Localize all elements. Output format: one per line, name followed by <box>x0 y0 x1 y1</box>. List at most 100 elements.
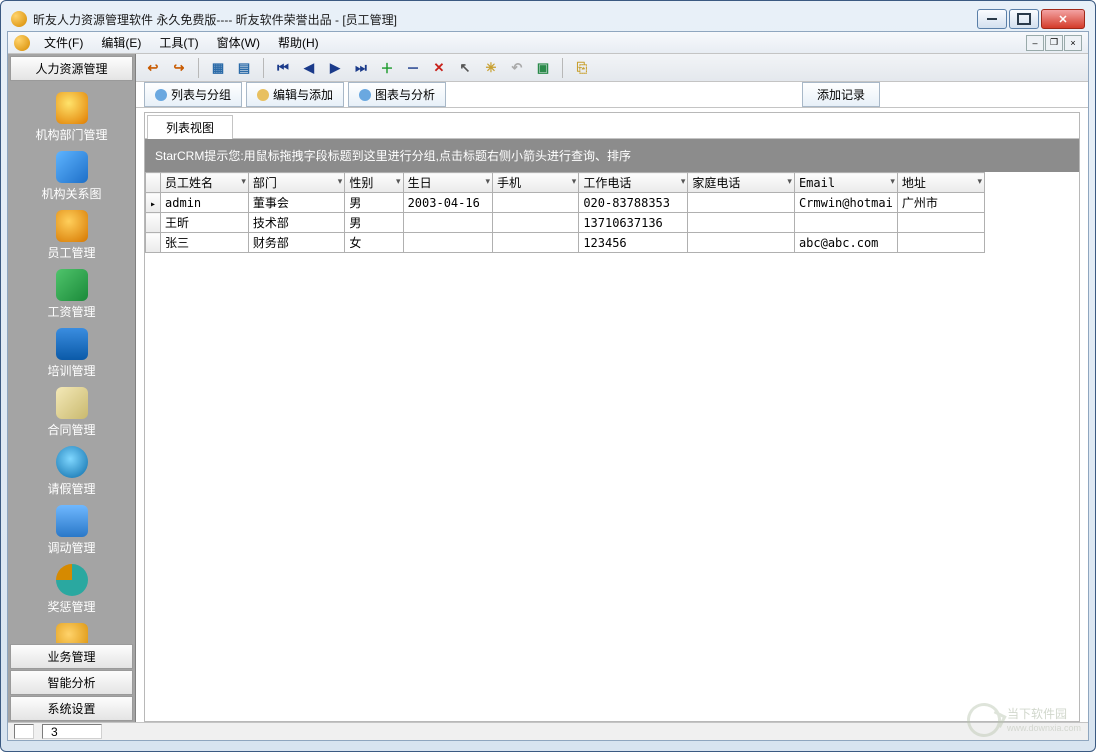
column-header[interactable]: 手机▾ <box>493 173 579 193</box>
cell[interactable] <box>493 233 579 253</box>
column-header[interactable]: 员工姓名▾ <box>161 173 249 193</box>
add-icon[interactable]: ＋ <box>376 57 398 79</box>
sidebar-item-2[interactable]: 员工管理 <box>8 207 135 264</box>
sidebar-item-7[interactable]: 调动管理 <box>8 502 135 559</box>
cell[interactable]: 020-83788353 <box>579 193 688 213</box>
dropdown-icon[interactable]: ▾ <box>241 176 246 187</box>
cell[interactable]: 广州市 <box>897 193 984 213</box>
cell[interactable]: 男 <box>345 193 403 213</box>
cell[interactable] <box>493 213 579 233</box>
menu-window[interactable]: 窗体(W) <box>209 32 268 53</box>
prev-icon[interactable]: ◀ <box>298 57 320 79</box>
cell[interactable]: 技术部 <box>248 213 344 233</box>
cell[interactable] <box>897 233 984 253</box>
cell[interactable] <box>493 193 579 213</box>
cell[interactable]: Crmwin@hotmai <box>794 193 897 213</box>
column-header[interactable]: 工作电话▾ <box>579 173 688 193</box>
menu-help[interactable]: 帮助(H) <box>270 32 327 53</box>
dropdown-icon[interactable]: ▾ <box>890 176 895 187</box>
column-header[interactable]: 生日▾ <box>403 173 492 193</box>
cell[interactable]: 张三 <box>161 233 249 253</box>
sidebar-item-0[interactable]: 机构部门管理 <box>8 89 135 146</box>
dropdown-icon[interactable]: ▾ <box>396 176 401 187</box>
add-record-button[interactable]: 添加记录 <box>802 82 880 107</box>
titlebar[interactable]: 昕友人力资源管理软件 永久免费版---- 昕友软件荣誉出品 - [员工管理] <box>7 7 1089 31</box>
sidebar-bottom-0[interactable]: 业务管理 <box>10 644 133 669</box>
cell[interactable] <box>403 213 492 233</box>
wand-icon-glyph: ✳ <box>486 60 497 76</box>
remove-icon-glyph: － <box>406 58 419 77</box>
dropdown-icon[interactable]: ▾ <box>338 176 343 187</box>
group-hint-bar[interactable]: StarCRM提示您:用鼠标拖拽字段标题到这里进行分组,点击标题右侧小箭头进行查… <box>145 139 1079 172</box>
cell[interactable] <box>688 193 795 213</box>
first-icon[interactable]: ⏮ <box>272 57 294 79</box>
cell[interactable]: admin <box>161 193 249 213</box>
tab-list-group[interactable]: 列表与分组 <box>144 82 242 107</box>
sidebar-header[interactable]: 人力资源管理 <box>10 56 133 81</box>
column-header[interactable]: Email▾ <box>794 173 897 193</box>
column-header[interactable]: 地址▾ <box>897 173 984 193</box>
menu-edit[interactable]: 编辑(E) <box>93 32 149 53</box>
last-icon[interactable]: ⏭ <box>350 57 372 79</box>
dropdown-icon[interactable]: ▾ <box>681 176 686 187</box>
table-row[interactable]: 王昕技术部男 13710637136 <box>146 213 985 233</box>
cell[interactable]: abc@abc.com <box>794 233 897 253</box>
table-row[interactable]: admin董事会男2003-04-16 020-83788353 Crmwin@ho… <box>146 193 985 213</box>
remove-icon[interactable]: － <box>402 57 424 79</box>
undo-icon[interactable]: ↶ <box>506 57 528 79</box>
mdi-close[interactable]: × <box>1064 35 1082 51</box>
cell[interactable] <box>688 213 795 233</box>
sidebar-item-4[interactable]: 培训管理 <box>8 325 135 382</box>
next-icon[interactable]: ▶ <box>324 57 346 79</box>
column-header[interactable]: 部门▾ <box>248 173 344 193</box>
view-tab-list[interactable]: 列表视图 <box>147 115 233 139</box>
cell[interactable]: 女 <box>345 233 403 253</box>
cell[interactable]: 123456 <box>579 233 688 253</box>
delete-icon[interactable]: ✕ <box>428 57 450 79</box>
cell[interactable] <box>403 233 492 253</box>
menu-tools[interactable]: 工具(T) <box>151 32 206 53</box>
table-row[interactable]: 张三财务部女 123456 abc@abc.com <box>146 233 985 253</box>
exit-icon-glyph: ⎘ <box>577 60 587 76</box>
cell[interactable]: 王昕 <box>161 213 249 233</box>
sidebar-item-8[interactable]: 奖惩管理 <box>8 561 135 618</box>
dropdown-icon[interactable]: ▾ <box>485 176 490 187</box>
tab-chart-analysis[interactable]: 图表与分析 <box>348 82 446 107</box>
grid-icon[interactable]: ▤ <box>233 57 255 79</box>
cell[interactable]: 男 <box>345 213 403 233</box>
mdi-restore[interactable]: ❐ <box>1045 35 1063 51</box>
cell[interactable] <box>897 213 984 233</box>
cell[interactable]: 2003-04-16 <box>403 193 492 213</box>
column-header[interactable]: 家庭电话▾ <box>688 173 795 193</box>
cell[interactable]: 董事会 <box>248 193 344 213</box>
sidebar-item-9[interactable]: 招聘管理 <box>8 620 135 643</box>
cell[interactable]: 13710637136 <box>579 213 688 233</box>
cell[interactable]: 财务部 <box>248 233 344 253</box>
dropdown-icon[interactable]: ▾ <box>977 176 982 187</box>
prev-set-icon[interactable]: ↩ <box>142 57 164 79</box>
maximize-button[interactable] <box>1009 9 1039 29</box>
column-header[interactable]: 性别▾ <box>345 173 403 193</box>
sidebar-item-6[interactable]: 请假管理 <box>8 443 135 500</box>
cell[interactable] <box>794 213 897 233</box>
minimize-button[interactable] <box>977 9 1007 29</box>
sheet-icon[interactable]: ▦ <box>207 57 229 79</box>
wand-icon[interactable]: ✳ <box>480 57 502 79</box>
sidebar-item-3[interactable]: 工资管理 <box>8 266 135 323</box>
sidebar-item-1[interactable]: 机构关系图 <box>8 148 135 205</box>
exit-icon[interactable]: ⎘ <box>571 57 593 79</box>
tab-edit-add[interactable]: 编辑与添加 <box>246 82 344 107</box>
sidebar-bottom-1[interactable]: 智能分析 <box>10 670 133 695</box>
menu-file[interactable]: 文件(F) <box>36 32 91 53</box>
close-button[interactable] <box>1041 9 1085 29</box>
export-icon[interactable]: ▣ <box>532 57 554 79</box>
cell[interactable] <box>688 233 795 253</box>
mdi-minimize[interactable]: – <box>1026 35 1044 51</box>
next-set-icon[interactable]: ↪ <box>168 57 190 79</box>
dropdown-icon[interactable]: ▾ <box>572 176 577 187</box>
data-grid[interactable]: 员工姓名▾部门▾性别▾生日▾手机▾工作电话▾家庭电话▾Email▾地址▾admi… <box>145 172 1079 721</box>
sidebar-item-5[interactable]: 合同管理 <box>8 384 135 441</box>
sidebar-bottom-2[interactable]: 系统设置 <box>10 696 133 721</box>
dropdown-icon[interactable]: ▾ <box>787 176 792 187</box>
cursor-icon[interactable]: ↖ <box>454 57 476 79</box>
